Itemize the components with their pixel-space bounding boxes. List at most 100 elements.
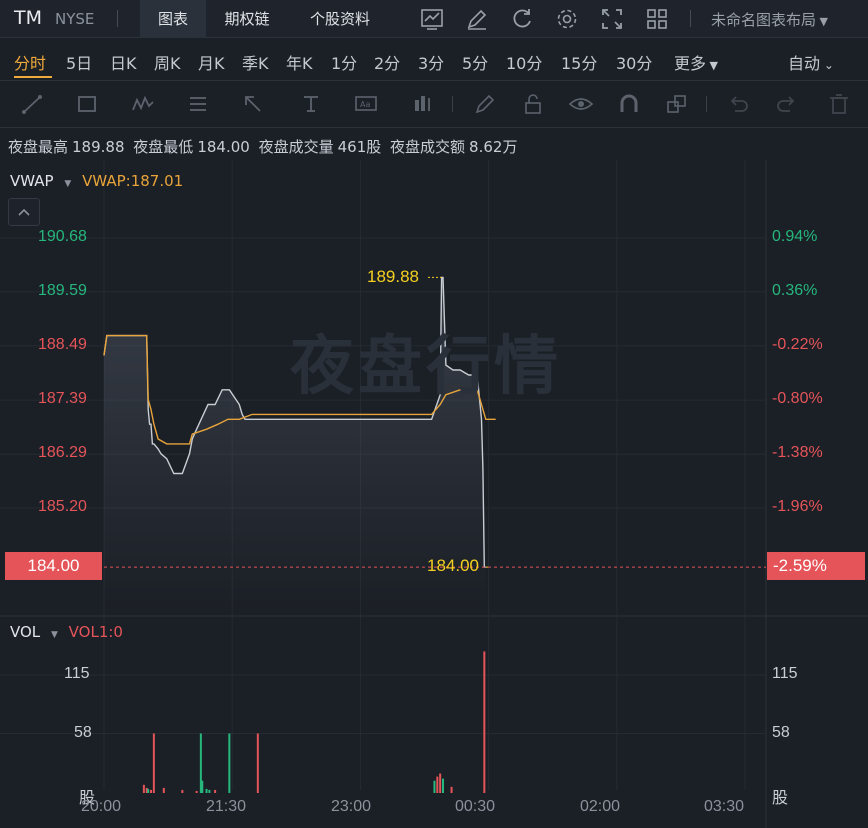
current-price-tag: 184.00 [5,552,102,580]
volume-bar [195,790,198,793]
x-axis-label: 00:30 [455,798,496,815]
vwap-indicator-header[interactable]: VWAP ▼ VWAP:187.01 [10,172,183,190]
current-change-tag: -2.59% [767,552,865,580]
y-axis-label-right: -0.80% [772,390,823,407]
tab-stock-profile[interactable]: 个股资料 [294,0,386,38]
settings-icon[interactable] [554,6,580,32]
drawing-toolbar: Aa [0,82,868,128]
y-axis-label-right: -0.22% [772,336,823,353]
undo-icon[interactable] [725,92,751,116]
period-10m[interactable]: 10分 [506,50,542,74]
volume-bar [162,787,165,793]
volume-bar [214,789,217,793]
period-15m[interactable]: 15分 [561,50,597,74]
divider [706,96,707,112]
low-value: 184.00 [197,138,250,156]
lock-icon[interactable] [520,92,546,116]
arrow-tool-icon[interactable] [241,92,267,116]
draw-icon[interactable] [464,6,490,32]
high-annotation: 189.88 [367,267,419,286]
period-3m[interactable]: 3分 [418,50,444,74]
layout-grid-icon[interactable] [644,6,670,32]
divider [452,96,453,112]
layout-name-dropdown[interactable]: 未命名图表布局 ▼ [711,9,828,30]
volume-bar [256,733,259,793]
x-axis-label: 20:00 [81,798,122,815]
caret-down-icon: ▼ [50,630,58,640]
high-value: 189.88 [72,138,125,156]
vol-axis-unit-right: 股 [772,790,789,807]
top-bar: TM NYSE 图表 期权链 个股资料 未命名图表布局 ▼ [0,0,868,38]
auto-scale-dropdown[interactable]: 自动 ⌄ [788,50,834,74]
period-more-label: 更多 [674,54,707,73]
vol-axis-label-left: 58 [74,724,92,741]
vol-axis-label-right: 115 [772,665,798,682]
x-axis-label: 02:00 [580,798,621,815]
period-quarterly[interactable]: 季K [242,50,269,74]
brush-icon[interactable] [472,92,498,116]
vol-indicator-name: VOL [10,623,41,641]
y-axis-label-right: -1.96% [772,498,823,515]
volume-bar [147,788,150,793]
period-weekly[interactable]: 周K [154,50,181,74]
volume-bar [181,789,184,793]
layers-icon[interactable] [664,92,690,116]
low-label: 夜盘最低 [133,138,194,156]
active-period-underline [14,76,52,78]
volume-bar [450,786,453,793]
y-axis-label-right: 0.94% [772,228,818,245]
volume-indicator-header[interactable]: VOL ▼ VOL1:0 [10,623,123,641]
fibonacci-tool-icon[interactable] [186,92,212,116]
rectangle-tool-icon[interactable] [75,92,101,116]
volume-bar [201,780,204,793]
volume-bar [442,778,445,793]
divider [690,10,691,27]
period-30m[interactable]: 30分 [616,50,652,74]
magnet-icon[interactable] [616,92,642,116]
volume-bar [483,651,486,793]
layout-name: 未命名图表布局 [711,11,817,29]
period-monthly[interactable]: 月K [198,50,225,74]
vol-value: VOL1:0 [68,623,123,641]
symbol[interactable]: TM [14,7,42,29]
low-annotation: 184.00 [427,556,479,575]
volume-bar [433,780,436,793]
fullscreen-icon[interactable] [599,6,625,32]
redo-icon[interactable] [774,92,800,116]
chart-type-icon[interactable] [419,6,445,32]
text-tool-icon[interactable] [298,92,324,116]
price-chart[interactable] [0,160,868,828]
period-daily[interactable]: 日K [110,50,137,74]
trash-icon[interactable] [826,92,852,116]
y-axis-label-left: 186.29 [38,444,87,461]
collapse-button[interactable] [8,198,40,226]
period-yearly[interactable]: 年K [286,50,313,74]
y-axis-label-right: 0.36% [772,282,818,299]
indicator-name: VWAP [10,172,54,190]
volume-bar [142,784,145,793]
trend-line-icon[interactable] [20,92,46,116]
period-intraday[interactable]: 分时 [14,50,46,74]
eye-icon[interactable] [568,92,594,116]
period-2m[interactable]: 2分 [374,50,400,74]
chevron-down-icon: ⌄ [820,58,834,72]
period-more[interactable]: 更多 ▼ [674,50,718,74]
y-axis-label-left: 185.20 [38,498,87,515]
caret-down-icon: ▼ [816,15,828,28]
y-axis-label-left: 188.49 [38,336,87,353]
period-5m[interactable]: 5分 [462,50,488,74]
tab-chart[interactable]: 图表 [140,0,206,38]
label-tool-icon[interactable]: Aa [353,92,379,116]
volume-bar [436,776,439,793]
volume-bar [208,789,211,793]
vol-axis-label-left: 115 [64,665,90,682]
refresh-icon[interactable] [509,6,535,32]
pattern-tool-icon[interactable] [130,92,156,116]
bar-pattern-icon[interactable] [410,92,436,116]
tab-options-chain[interactable]: 期权链 [210,0,284,38]
period-5d[interactable]: 5日 [66,50,92,74]
watermark: 夜盘行情 [290,330,562,404]
volume-bar [152,733,155,793]
y-axis-label-left: 190.68 [38,228,87,245]
period-1m[interactable]: 1分 [331,50,357,74]
